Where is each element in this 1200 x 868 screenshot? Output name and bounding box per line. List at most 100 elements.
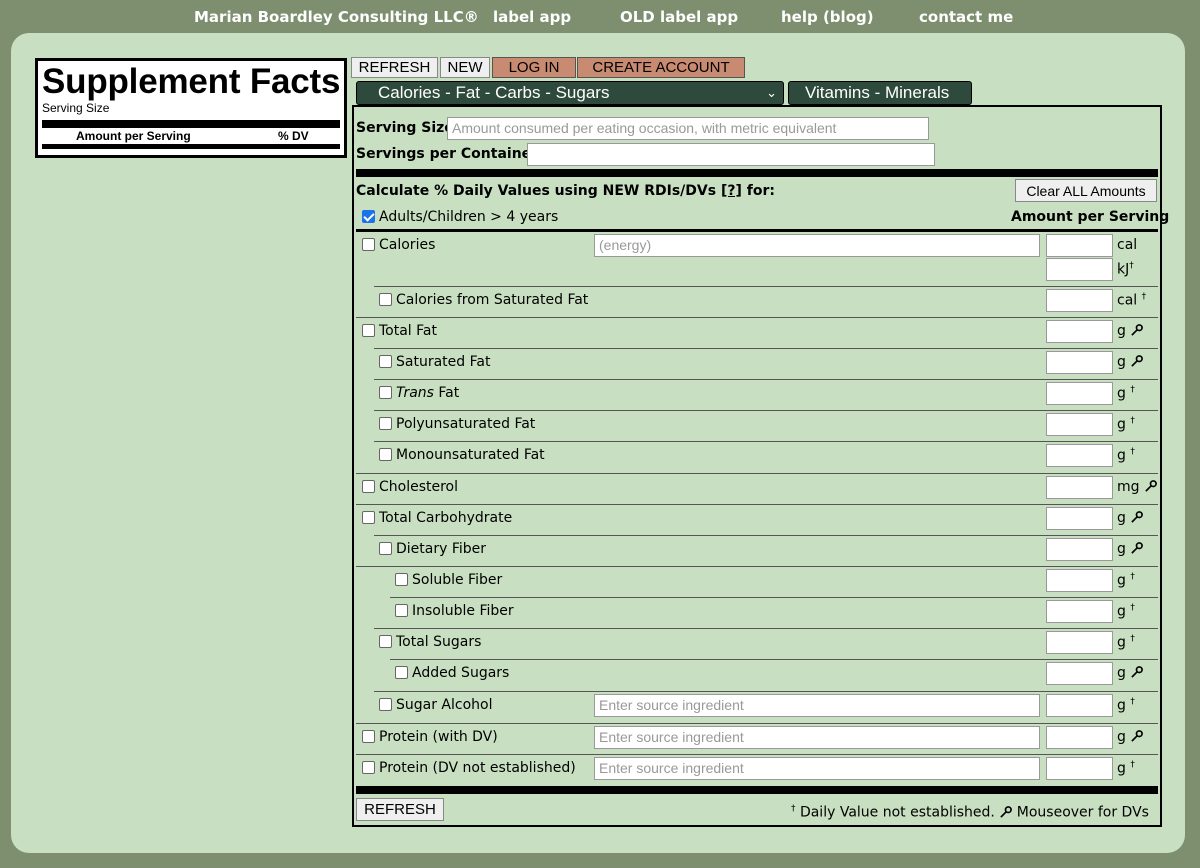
nav-brand[interactable]: Marian Boardley Consulting LLC® bbox=[194, 8, 479, 26]
key-icon[interactable] bbox=[1130, 666, 1144, 679]
row-divider bbox=[374, 379, 1158, 380]
supplement-facts-label: Supplement Facts Serving Size Amount per… bbox=[35, 58, 347, 158]
servings-per-container-input[interactable] bbox=[527, 143, 935, 166]
cholesterol-checkbox[interactable] bbox=[362, 480, 375, 493]
total-sugars-input[interactable] bbox=[1046, 631, 1113, 654]
calories-checkbox[interactable] bbox=[362, 238, 375, 251]
added-sugars-unit: g bbox=[1117, 665, 1144, 681]
key-icon[interactable] bbox=[1130, 730, 1144, 743]
dietary-fiber-checkbox[interactable] bbox=[379, 542, 392, 555]
section-select-value: Calories - Fat - Carbs - Sugars bbox=[378, 83, 610, 102]
sat-fat-checkbox[interactable] bbox=[379, 355, 392, 368]
total-sugars-unit: g † bbox=[1117, 634, 1135, 651]
label-amount-per-serving: Amount per Serving bbox=[76, 129, 191, 143]
create-account-button[interactable]: CREATE ACCOUNT bbox=[577, 57, 745, 78]
label-serving-size: Serving Size bbox=[42, 101, 110, 115]
cal-sat-fat-unit: cal † bbox=[1117, 292, 1147, 309]
insoluble-fiber-input[interactable] bbox=[1046, 600, 1113, 623]
row-divider bbox=[374, 535, 1158, 536]
cholesterol-unit: mg bbox=[1117, 479, 1157, 495]
protein-nodv-source-input[interactable]: Enter source ingredient bbox=[594, 757, 1040, 780]
cal-sat-fat-input[interactable] bbox=[1046, 289, 1113, 312]
protein-dv-input[interactable] bbox=[1046, 726, 1113, 749]
row-divider bbox=[390, 597, 1158, 598]
refresh-button[interactable]: REFRESH bbox=[351, 57, 438, 78]
key-icon[interactable] bbox=[1144, 480, 1157, 493]
protein-dv-label: Protein (with DV) bbox=[379, 729, 498, 745]
key-icon[interactable] bbox=[1130, 355, 1144, 368]
cal-sat-fat-checkbox[interactable] bbox=[379, 293, 392, 306]
insoluble-fiber-unit: g † bbox=[1117, 603, 1135, 620]
trans-fat-input[interactable] bbox=[1046, 382, 1113, 405]
dietary-fiber-label: Dietary Fiber bbox=[396, 541, 487, 557]
sugar-alcohol-checkbox[interactable] bbox=[379, 698, 392, 711]
mono-fat-input[interactable] bbox=[1046, 444, 1113, 467]
serving-size-input[interactable]: Amount consumed per eating occasion, wit… bbox=[447, 117, 929, 140]
key-icon bbox=[1000, 805, 1013, 818]
row-divider bbox=[374, 410, 1158, 411]
new-button[interactable]: NEW bbox=[440, 57, 490, 78]
nav-label-app[interactable]: label app bbox=[493, 8, 571, 26]
key-icon[interactable] bbox=[1130, 511, 1144, 524]
total-carb-unit: g bbox=[1117, 510, 1144, 526]
sugar-alcohol-input[interactable] bbox=[1046, 694, 1113, 717]
sat-fat-input[interactable] bbox=[1046, 351, 1113, 374]
poly-fat-checkbox[interactable] bbox=[379, 417, 392, 430]
total-fat-unit: g bbox=[1117, 323, 1144, 339]
calories-energy-input[interactable]: (energy) bbox=[594, 234, 1040, 257]
soluble-fiber-unit: g † bbox=[1117, 572, 1135, 589]
footnote: † Daily Value not established. Mouseover… bbox=[791, 804, 1149, 821]
total-fat-checkbox[interactable] bbox=[362, 324, 375, 337]
protein-nodv-checkbox[interactable] bbox=[362, 761, 375, 774]
cal-sat-fat-label: Calories from Saturated Fat bbox=[396, 292, 589, 308]
section-select[interactable]: Calories - Fat - Carbs - Sugars ⌄ bbox=[356, 81, 784, 105]
trans-fat-unit: g † bbox=[1117, 385, 1135, 402]
total-carb-checkbox[interactable] bbox=[362, 511, 375, 524]
row-divider bbox=[374, 286, 1158, 287]
added-sugars-input[interactable] bbox=[1046, 662, 1113, 685]
protein-nodv-input[interactable] bbox=[1046, 757, 1113, 780]
mono-fat-checkbox[interactable] bbox=[379, 448, 392, 461]
poly-fat-unit: g † bbox=[1117, 416, 1135, 433]
added-sugars-checkbox[interactable] bbox=[395, 666, 408, 679]
login-button[interactable]: LOG IN bbox=[492, 57, 576, 78]
row-divider bbox=[356, 566, 1158, 567]
sugar-alcohol-source-input[interactable]: Enter source ingredient bbox=[594, 694, 1040, 717]
calories-kj-input[interactable] bbox=[1046, 258, 1113, 281]
nav-contact[interactable]: contact me bbox=[919, 8, 1013, 26]
calories-cal-input[interactable] bbox=[1046, 234, 1113, 257]
nav-help[interactable]: help (blog) bbox=[781, 8, 874, 26]
total-sugars-checkbox[interactable] bbox=[379, 635, 392, 648]
key-icon[interactable] bbox=[1130, 324, 1144, 337]
trans-fat-checkbox[interactable] bbox=[379, 386, 392, 399]
cholesterol-label: Cholesterol bbox=[379, 479, 459, 495]
adults-checkbox[interactable] bbox=[362, 210, 375, 223]
calc-dv-help-link[interactable]: [?] bbox=[721, 183, 742, 199]
added-sugars-label: Added Sugars bbox=[412, 665, 510, 681]
refresh-bottom-button[interactable]: REFRESH bbox=[356, 798, 444, 821]
protein-nodv-label: Protein (DV not established) bbox=[379, 760, 576, 776]
chevron-down-icon: ⌄ bbox=[766, 85, 777, 100]
protein-dv-source-input[interactable]: Enter source ingredient bbox=[594, 726, 1040, 749]
row-divider bbox=[390, 659, 1158, 660]
poly-fat-input[interactable] bbox=[1046, 413, 1113, 436]
cholesterol-input[interactable] bbox=[1046, 476, 1113, 499]
total-carb-input[interactable] bbox=[1046, 507, 1113, 530]
soluble-fiber-checkbox[interactable] bbox=[395, 573, 408, 586]
dietary-fiber-unit: g bbox=[1117, 541, 1144, 557]
total-fat-input[interactable] bbox=[1046, 320, 1113, 343]
dietary-fiber-input[interactable] bbox=[1046, 538, 1113, 561]
key-icon[interactable] bbox=[1130, 542, 1144, 555]
sat-fat-label: Saturated Fat bbox=[396, 354, 491, 370]
vitamins-minerals-button[interactable]: Vitamins - Minerals bbox=[788, 81, 972, 105]
soluble-fiber-input[interactable] bbox=[1046, 569, 1113, 592]
row-divider bbox=[356, 504, 1158, 505]
insoluble-fiber-label: Insoluble Fiber bbox=[412, 603, 514, 619]
total-fat-label: Total Fat bbox=[379, 323, 437, 339]
label-header-row: Amount per Serving % DV bbox=[42, 129, 340, 144]
protein-dv-checkbox[interactable] bbox=[362, 730, 375, 743]
calc-dv-label: Calculate % Daily Values using NEW RDIs/… bbox=[356, 183, 775, 199]
clear-all-amounts-button[interactable]: Clear ALL Amounts bbox=[1015, 179, 1157, 202]
insoluble-fiber-checkbox[interactable] bbox=[395, 604, 408, 617]
nav-old-label-app[interactable]: OLD label app bbox=[620, 8, 738, 26]
